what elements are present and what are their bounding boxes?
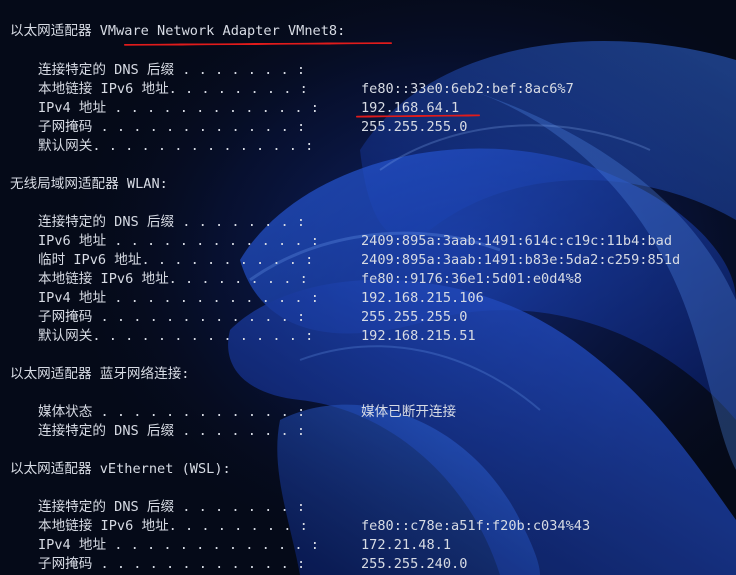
dns-suffix-label: 连接特定的 DNS 后缀 . . . . . . . : bbox=[38, 499, 306, 515]
default-gateway-value: 192.168.215.51 bbox=[361, 328, 476, 344]
link-local-ipv6-label: 本地链接 IPv6 地址. . . . . . . . : bbox=[38, 271, 308, 287]
subnet-mask-label: 子网掩码 . . . . . . . . . . . . : bbox=[38, 309, 306, 325]
dns-suffix-label: 连接特定的 DNS 后缀 . . . . . . . : bbox=[38, 62, 306, 78]
adapter-header-bluetooth: 以太网适配器 蓝牙网络连接: bbox=[10, 366, 190, 382]
subnet-mask-value: 255.255.255.0 bbox=[361, 119, 468, 135]
ipv4-label: IPv4 地址 . . . . . . . . . . . . : bbox=[38, 290, 319, 306]
link-local-ipv6-value: fe80::9176:36e1:5d01:e0d4%8 bbox=[361, 271, 582, 287]
ipv6-label: IPv6 地址 . . . . . . . . . . . . : bbox=[38, 233, 319, 249]
ipv4-value: 192.168.215.106 bbox=[361, 290, 484, 306]
adapter-header-wsl: 以太网适配器 vEthernet (WSL): bbox=[10, 461, 231, 477]
subnet-mask-value: 255.255.255.0 bbox=[361, 309, 468, 325]
media-state-value: 媒体已断开连接 bbox=[361, 404, 457, 420]
terminal-output: 以太网适配器 VMware Network Adapter VMnet8: 连接… bbox=[0, 0, 736, 575]
ipv4-label: IPv4 地址 . . . . . . . . . . . . : bbox=[38, 537, 319, 553]
subnet-mask-value: 255.255.240.0 bbox=[361, 556, 468, 572]
default-gateway-label: 默认网关. . . . . . . . . . . . . : bbox=[38, 328, 314, 344]
ipv6-value: 2409:895a:3aab:1491:614c:c19c:11b4:bad bbox=[361, 233, 672, 249]
subnet-mask-label: 子网掩码 . . . . . . . . . . . . : bbox=[38, 556, 306, 572]
link-local-ipv6-label: 本地链接 IPv6 地址. . . . . . . . : bbox=[38, 81, 308, 97]
default-gateway-label: 默认网关. . . . . . . . . . . . . : bbox=[38, 138, 314, 154]
ipv4-label: IPv4 地址 . . . . . . . . . . . . : bbox=[38, 100, 319, 116]
adapter-header-vmnet8: 以太网适配器 VMware Network Adapter VMnet8: bbox=[10, 23, 346, 39]
link-local-ipv6-label: 本地链接 IPv6 地址. . . . . . . . : bbox=[38, 518, 308, 534]
temp-ipv6-label: 临时 IPv6 地址. . . . . . . . . . : bbox=[38, 252, 314, 268]
temp-ipv6-value: 2409:895a:3aab:1491:b83e:5da2:c259:851d bbox=[361, 252, 681, 268]
link-local-ipv6-value: fe80::c78e:a51f:f20b:c034%43 bbox=[361, 518, 591, 534]
dns-suffix-label: 连接特定的 DNS 后缀 . . . . . . . : bbox=[38, 214, 306, 230]
subnet-mask-label: 子网掩码 . . . . . . . . . . . . : bbox=[38, 119, 306, 135]
adapter-header-wlan: 无线局域网适配器 WLAN: bbox=[10, 176, 168, 192]
ipv4-value: 172.21.48.1 bbox=[361, 537, 452, 553]
link-local-ipv6-value: fe80::33e0:6eb2:bef:8ac6%7 bbox=[361, 81, 574, 97]
dns-suffix-label: 连接特定的 DNS 后缀 . . . . . . . : bbox=[38, 423, 306, 439]
media-state-label: 媒体状态 . . . . . . . . . . . . : bbox=[38, 404, 306, 420]
